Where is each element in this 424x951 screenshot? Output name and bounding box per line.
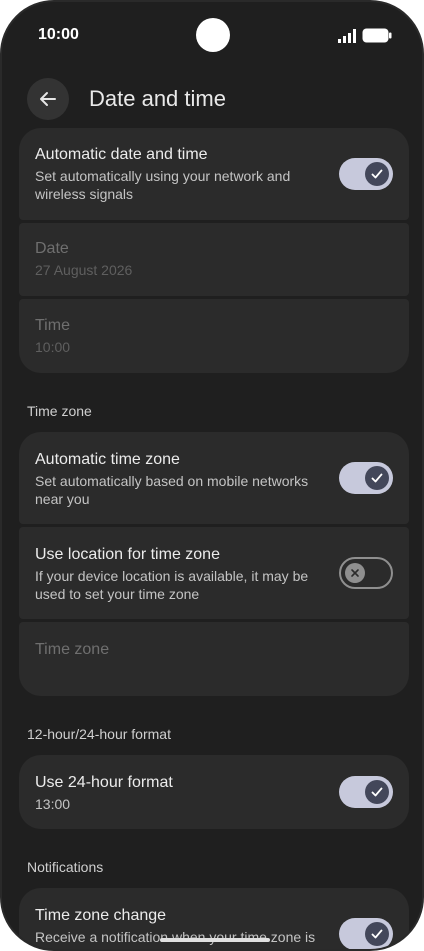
toggle-thumb (365, 922, 389, 946)
section-header-format: 12-hour/24-hour format (27, 726, 171, 742)
time-item[interactable]: Time 10:00 (19, 299, 409, 373)
item-value: 27 August 2026 (35, 262, 133, 278)
item-title: Use 24-hour format (35, 774, 173, 791)
item-title: Time zone (35, 641, 110, 658)
phone-frame: 10:00 Date and time Automatic date and t… (0, 0, 424, 951)
toggle-thumb (345, 563, 365, 583)
automatic-date-time-item[interactable]: Automatic date and time Set automaticall… (19, 128, 409, 220)
app-bar: Date and time (2, 76, 422, 122)
back-button[interactable] (27, 78, 69, 120)
status-time: 10:00 (38, 26, 79, 43)
item-title: Use location for time zone (35, 546, 220, 563)
toggle-thumb (365, 162, 389, 186)
home-indicator[interactable] (160, 938, 270, 942)
battery-icon (362, 28, 392, 43)
check-icon (371, 929, 383, 939)
item-title: Automatic time zone (35, 451, 180, 468)
check-icon (371, 473, 383, 483)
item-title: Time (35, 317, 70, 334)
automatic-time-zone-toggle[interactable] (339, 462, 393, 494)
time-zone-item[interactable]: Time zone (19, 622, 409, 696)
item-value: 13:00 (35, 796, 71, 812)
time-zone-change-toggle[interactable] (339, 918, 393, 949)
toggle-thumb (365, 780, 389, 804)
automatic-date-time-toggle[interactable] (339, 158, 393, 190)
use-location-time-zone-item[interactable]: Use location for time zone If your devic… (19, 527, 409, 619)
item-subtitle: Set automatically using your network and… (35, 168, 291, 202)
date-item[interactable]: Date 27 August 2026 (19, 223, 409, 296)
front-camera (196, 18, 230, 52)
item-title: Date (35, 240, 69, 257)
use-24-hour-toggle[interactable] (339, 776, 393, 808)
arrow-back-icon (40, 92, 56, 106)
status-bar: 10:00 (2, 2, 422, 66)
check-icon (371, 169, 383, 179)
use-location-toggle[interactable] (339, 557, 393, 589)
toggle-thumb (365, 466, 389, 490)
check-icon (371, 787, 383, 797)
section-header-notifications: Notifications (27, 859, 104, 875)
close-icon (351, 569, 359, 577)
item-title: Time zone change (35, 907, 167, 924)
item-subtitle: Set automatically based on mobile networ… (35, 473, 309, 507)
page-title: Date and time (89, 86, 226, 111)
item-title: Automatic date and time (35, 146, 208, 163)
use-24-hour-item[interactable]: Use 24-hour format 13:00 (19, 755, 409, 829)
automatic-time-zone-item[interactable]: Automatic time zone Set automatically ba… (19, 432, 409, 524)
cell-signal-icon (338, 29, 356, 43)
item-subtitle: If your device location is available, it… (35, 568, 309, 602)
item-value: 10:00 (35, 339, 71, 355)
section-header-time-zone: Time zone (27, 403, 92, 419)
